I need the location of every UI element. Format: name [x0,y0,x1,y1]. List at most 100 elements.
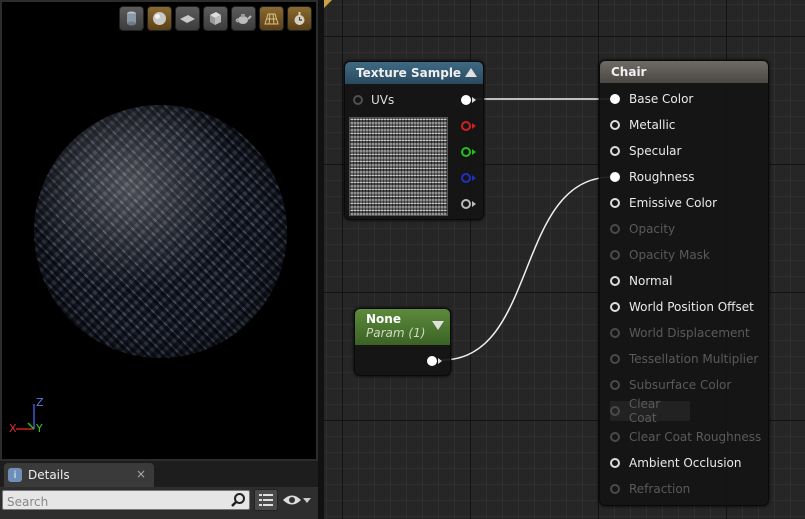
tab-details[interactable]: i Details × [4,463,154,487]
pin-icon [461,95,471,105]
grid-icon[interactable] [259,6,284,31]
teapot-icon[interactable] [231,6,256,31]
cube-icon[interactable] [203,6,228,31]
material-input-roughness[interactable]: Roughness [610,167,694,187]
node-title: Chair [611,65,647,79]
cylinder-icon[interactable] [119,6,144,31]
info-icon: i [8,468,22,482]
material-input-subsurface-color[interactable]: Subsurface Color [610,375,731,395]
pin-label: Ambient Occlusion [629,456,742,470]
pin-label: World Displacement [629,326,750,340]
param-output[interactable] [427,351,442,371]
material-input-opacity-mask[interactable]: Opacity Mask [610,245,710,265]
sphere-icon[interactable] [147,6,172,31]
pin-icon [610,406,620,416]
material-input-base-color[interactable]: Base Color [610,89,693,109]
chevron-down-icon [303,498,311,503]
collapse-icon[interactable] [465,68,477,77]
blue-output[interactable] [461,168,476,188]
material-input-opacity[interactable]: Opacity [610,219,675,239]
rgb-output[interactable] [461,90,476,110]
search-input[interactable] [3,493,231,511]
material-graph-canvas[interactable]: Texture Sample UVs None Param (1) Chair … [324,0,805,519]
alpha-output[interactable] [461,194,476,214]
material-input-clear-coat-roughness[interactable]: Clear Coat Roughness [610,427,761,447]
pin-icon [610,484,620,494]
material-input-tessellation-multiplier[interactable]: Tessellation Multiplier [610,349,758,369]
pin-icon [610,94,620,104]
pin-icon [461,173,471,183]
pin-label: Opacity [629,222,676,236]
pin-label: Specular [629,144,682,158]
view-options-button[interactable] [282,491,316,509]
axis-gizmo: Z X Y [8,396,48,436]
pin-icon [610,146,620,156]
pin-label: Opacity Mask [629,248,710,262]
material-input-clear-coat[interactable]: Clear Coat [610,397,690,425]
pin-icon [461,147,471,157]
pin-icon [610,172,620,182]
pin-icon [610,380,620,390]
node-title: Texture Sample [356,66,462,80]
material-input-metallic[interactable]: Metallic [610,115,675,135]
material-input-ambient-occlusion[interactable]: Ambient Occlusion [610,453,741,473]
collapse-icon[interactable] [432,321,444,330]
pin-icon [610,328,620,338]
pin-label: Roughness [629,170,695,184]
material-preview-viewport[interactable]: Z X Y [0,0,318,461]
pin-label: Base Color [629,92,694,106]
pin-icon [610,224,620,234]
texture-thumbnail [349,117,448,216]
eye-icon [283,495,301,505]
pin-icon [610,198,620,208]
pin-icon [610,276,620,286]
pin-icon [461,121,471,131]
details-tab-bar: i Details × [0,461,318,487]
preview-sphere [34,105,287,358]
list-view-button[interactable] [254,489,278,511]
pin-icon [610,120,620,130]
material-input-specular[interactable]: Specular [610,141,681,161]
pin-icon [461,199,471,209]
node-header: Chair [600,61,768,83]
axis-y-label: Y [36,422,43,435]
pin-icon [610,354,620,364]
close-icon[interactable]: × [136,467,146,481]
pin-label: Clear Coat Roughness [629,430,762,444]
pin-label: Refraction [629,482,691,496]
axis-z-label: Z [36,396,44,409]
pin-label: Emissive Color [629,196,718,210]
pin-label: UVs [371,93,395,107]
plane-icon[interactable] [175,6,200,31]
details-panel [0,487,318,519]
material-input-normal[interactable]: Normal [610,271,672,291]
material-result-node[interactable]: Chair Base Color Metallic Specular Roughnes… [599,60,769,506]
pin-icon [610,458,620,468]
pin-label: World Position Offset [629,300,754,314]
pin-label: Normal [629,274,673,288]
search-icon[interactable] [230,492,246,508]
pin-icon [610,302,620,312]
pin-label: Subsurface Color [629,378,732,392]
tab-details-label: Details [28,468,70,482]
realtime-icon[interactable] [287,6,312,31]
material-input-world-displacement[interactable]: World Displacement [610,323,750,343]
pin-icon [610,250,620,260]
viewport-toolbar [119,6,312,31]
node-header: Texture Sample [345,62,483,84]
axis-x-label: X [9,422,17,435]
pin-label: Metallic [629,118,676,132]
search-box [2,490,250,511]
texture-sample-node[interactable]: Texture Sample UVs [344,61,484,220]
green-output[interactable] [461,142,476,162]
material-input-world-position-offset[interactable]: World Position Offset [610,297,754,317]
material-input-emissive-color[interactable]: Emissive Color [610,193,717,213]
pin-label: Tessellation Multiplier [629,352,759,366]
material-input-refraction[interactable]: Refraction [610,479,690,499]
pin-icon [353,95,363,105]
red-output[interactable] [461,116,476,136]
pin-icon [427,356,437,366]
list-icon [259,494,273,506]
uvs-input[interactable]: UVs [353,90,394,110]
scalar-param-node[interactable]: None Param (1) [354,308,451,376]
